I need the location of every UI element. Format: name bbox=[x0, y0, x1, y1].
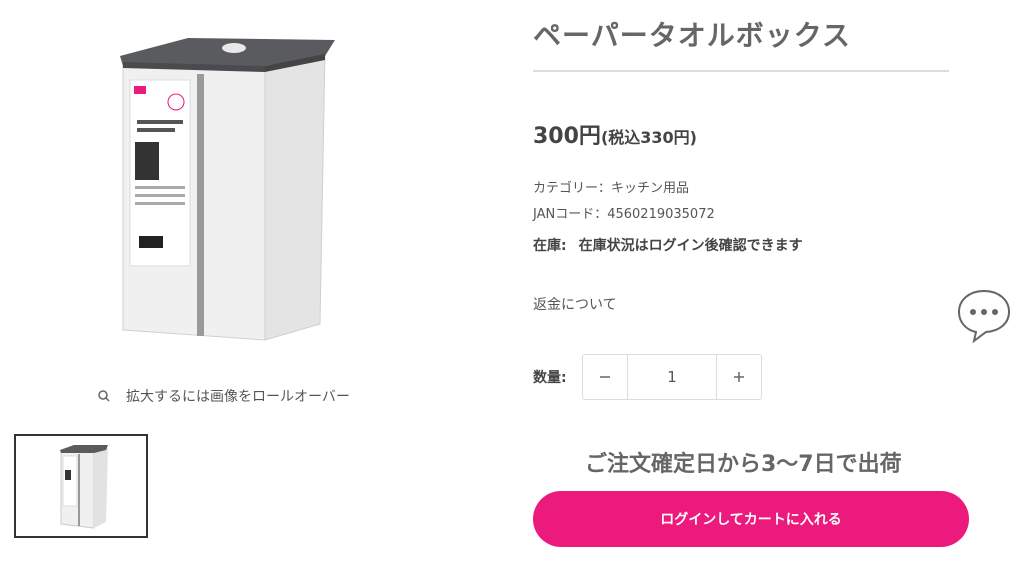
stock-value: 在庫状況はログイン後確認できます bbox=[578, 238, 803, 254]
minus-icon bbox=[600, 376, 610, 378]
refund-link[interactable]: 返金について bbox=[533, 294, 617, 314]
price-with-tax: (税込330円) bbox=[600, 128, 697, 147]
add-to-cart-button[interactable]: ログインしてカートに入れる bbox=[533, 491, 969, 547]
shipping-note: ご注文確定日から3〜7日で出荷 bbox=[585, 452, 902, 477]
quantity-label: 数量: bbox=[533, 370, 567, 386]
product-price: 300円(税込330円) bbox=[533, 118, 697, 150]
product-details: ペーパータオルボックス 300円(税込330円) カテゴリー：キッチン用品 JA… bbox=[533, 0, 973, 561]
product-title: ペーパータオルボックス bbox=[533, 19, 851, 52]
title-divider bbox=[533, 70, 949, 72]
product-main-image[interactable] bbox=[20, 10, 490, 360]
zoom-hint: 拡大するには画像をロールオーバー bbox=[96, 386, 350, 406]
magnifier-icon bbox=[98, 390, 110, 402]
quantity-stepper: 1 bbox=[582, 354, 762, 400]
product-jan-code: JANコード：4560219035072 bbox=[533, 207, 715, 222]
quantity-increase-button[interactable] bbox=[717, 355, 761, 399]
product-gallery: 拡大するには画像をロールオーバー bbox=[0, 0, 520, 561]
stock-status: 在庫: 在庫状況はログイン後確認できます bbox=[533, 235, 803, 255]
speech-bubble-icon[interactable] bbox=[954, 285, 1014, 345]
product-thumbnail[interactable] bbox=[14, 434, 148, 538]
plus-icon bbox=[734, 372, 744, 382]
zoom-hint-text: 拡大するには画像をロールオーバー bbox=[126, 389, 350, 405]
product-category: カテゴリー：キッチン用品 bbox=[533, 181, 690, 196]
stock-label: 在庫: bbox=[533, 238, 567, 254]
quantity-input[interactable]: 1 bbox=[627, 355, 717, 399]
quantity-decrease-button[interactable] bbox=[583, 355, 627, 399]
price-main: 300円 bbox=[533, 124, 601, 149]
quantity-row: 数量: 1 bbox=[533, 354, 762, 400]
